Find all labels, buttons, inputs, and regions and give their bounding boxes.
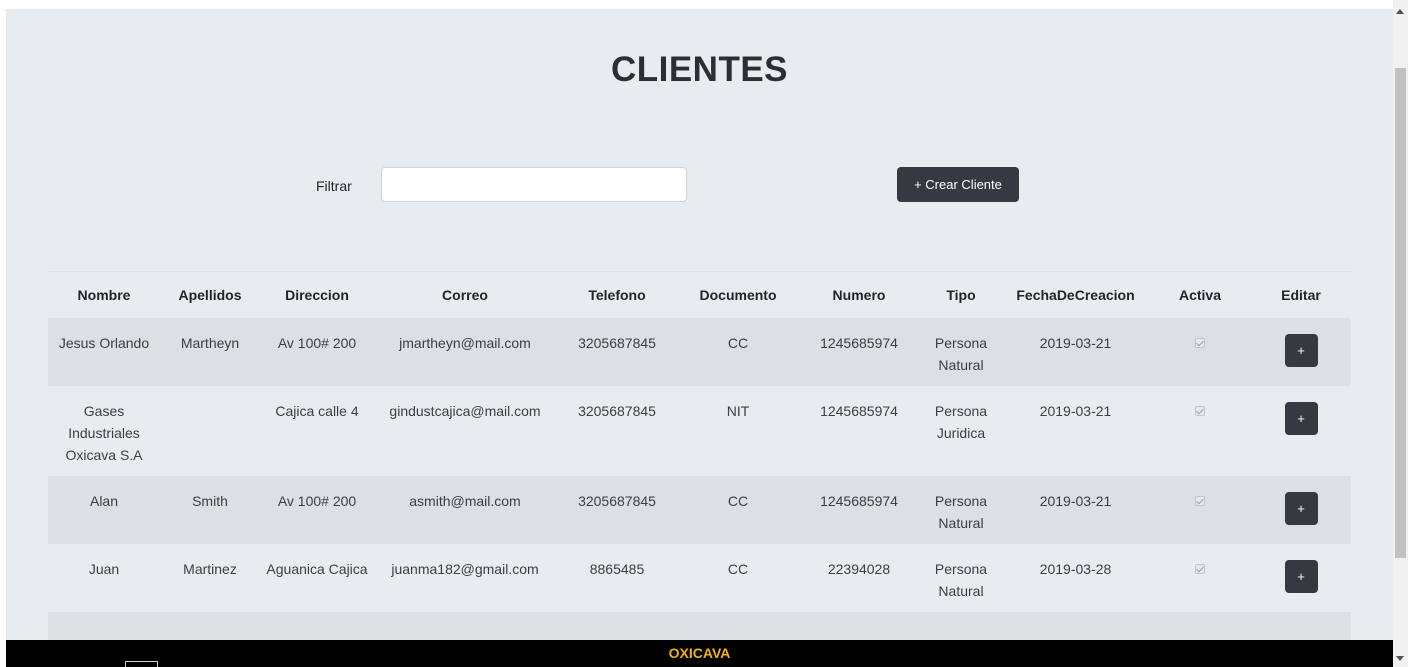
cell-nombre: Gases Industriales Oxicava S.A <box>65 402 143 463</box>
cell-correo: jmartheyn@mail.com <box>399 334 531 351</box>
cell-numero: 1245685974 <box>820 402 898 419</box>
cell-nombre: Jesus Orlando <box>58 334 150 351</box>
checkbox-checked-icon <box>1195 405 1205 416</box>
footer-brand: OXICAVA <box>668 645 731 661</box>
column-header-tipo: Tipo <box>920 271 1002 318</box>
cell-activa <box>1149 318 1251 386</box>
cell-tipo: Persona Juridica <box>934 402 988 441</box>
cell-apellidos <box>160 386 260 476</box>
cell-fecha: 2019-03-21 <box>1039 334 1112 351</box>
cell-editar: + <box>1251 386 1351 476</box>
cell-correo: juanma182@gmail.com <box>391 560 539 577</box>
cell-direccion: Av 100# 200 <box>277 492 357 509</box>
cell-documento: CC <box>727 334 749 351</box>
cell-activa <box>1149 544 1251 612</box>
cell-numero: 22394028 <box>827 560 891 577</box>
column-header-correo: Correo <box>374 271 556 318</box>
column-header-editar: Editar <box>1251 271 1351 318</box>
scrollbar-thumb[interactable] <box>1395 68 1406 558</box>
cell-correo: gindustcajica@mail.com <box>389 402 541 419</box>
cell-tipo: Persona Natural <box>934 492 988 531</box>
column-header-telefono: Telefono <box>556 271 678 318</box>
checkbox-checked-icon <box>1195 563 1205 574</box>
scroll-up-arrow-icon[interactable] <box>1396 9 1404 14</box>
cell-nombre: Juan <box>88 560 120 577</box>
create-client-button[interactable]: + Crear Cliente <box>897 167 1019 202</box>
column-header-apellidos: Apellidos <box>160 271 260 318</box>
column-header-fecha: FechaDeCreacion <box>1002 271 1149 318</box>
cell-documento: NIT <box>726 402 750 419</box>
filter-label: Filtrar <box>316 178 352 194</box>
cell-direccion: Aguanica Cajica <box>266 560 368 577</box>
column-header-numero: Numero <box>798 271 920 318</box>
cell-tipo: Persona Natural <box>934 334 988 373</box>
cell-apellidos: Martheyn <box>180 334 240 351</box>
edit-button[interactable]: + <box>1284 401 1318 435</box>
table-row: Jesus Orlando Martheyn Av 100# 200 jmart… <box>48 317 1351 386</box>
table-row: Juan Martinez Aguanica Cajica juanma182@… <box>48 544 1351 612</box>
table-row: Alan Smith Av 100# 200 asmith@mail.com 3… <box>48 475 1351 544</box>
edit-button[interactable]: + <box>1284 333 1318 367</box>
cell-documento: CC <box>727 560 749 577</box>
cell-telefono: 3205687845 <box>578 492 656 509</box>
page-title: CLIENTES <box>610 50 789 89</box>
cell-direccion: Cajica calle 4 <box>275 402 359 419</box>
column-header-documento: Documento <box>678 271 798 318</box>
edit-button[interactable]: + <box>1284 491 1318 525</box>
cell-telefono: 3205687845 <box>578 402 656 419</box>
cell-correo: asmith@mail.com <box>409 492 521 509</box>
cell-apellidos: Smith <box>192 492 228 509</box>
cell-fecha: 2019-03-21 <box>1039 492 1112 509</box>
footer-box <box>125 661 158 667</box>
column-header-nombre: Nombre <box>48 271 160 318</box>
scroll-down-arrow-icon[interactable] <box>1396 656 1404 661</box>
checkbox-checked-icon <box>1195 337 1205 348</box>
column-header-activa: Activa <box>1149 271 1251 318</box>
main-content: CLIENTES Filtrar + Crear Cliente Nombre … <box>6 9 1393 667</box>
cell-direccion: Av 100# 200 <box>277 334 357 351</box>
cell-activa <box>1149 386 1251 476</box>
cell-nombre: Alan <box>89 492 119 509</box>
edit-button[interactable]: + <box>1284 559 1318 593</box>
footer-bar: OXICAVA <box>6 640 1393 667</box>
cell-editar: + <box>1251 476 1351 544</box>
cell-activa <box>1149 476 1251 544</box>
cell-telefono: 8865485 <box>589 560 645 577</box>
table-row: Gases Industriales Oxicava S.A Cajica ca… <box>48 386 1351 476</box>
cell-tipo: Persona Natural <box>934 560 988 599</box>
cell-editar: + <box>1251 318 1351 386</box>
cell-fecha: 2019-03-21 <box>1039 402 1112 419</box>
cell-telefono: 3205687845 <box>578 334 656 351</box>
clients-table: Nombre Apellidos Direccion Correo Telefo… <box>48 271 1351 662</box>
column-header-direccion: Direccion <box>260 271 374 318</box>
cell-apellidos: Martinez <box>183 560 237 577</box>
cell-fecha: 2019-03-28 <box>1039 560 1112 577</box>
filter-input[interactable] <box>381 167 687 202</box>
checkbox-checked-icon <box>1195 495 1205 506</box>
cell-numero: 1245685974 <box>820 334 898 351</box>
cell-documento: CC <box>727 492 749 509</box>
table-header-row: Nombre Apellidos Direccion Correo Telefo… <box>48 271 1351 318</box>
cell-numero: 1245685974 <box>820 492 898 509</box>
cell-editar: + <box>1251 544 1351 612</box>
